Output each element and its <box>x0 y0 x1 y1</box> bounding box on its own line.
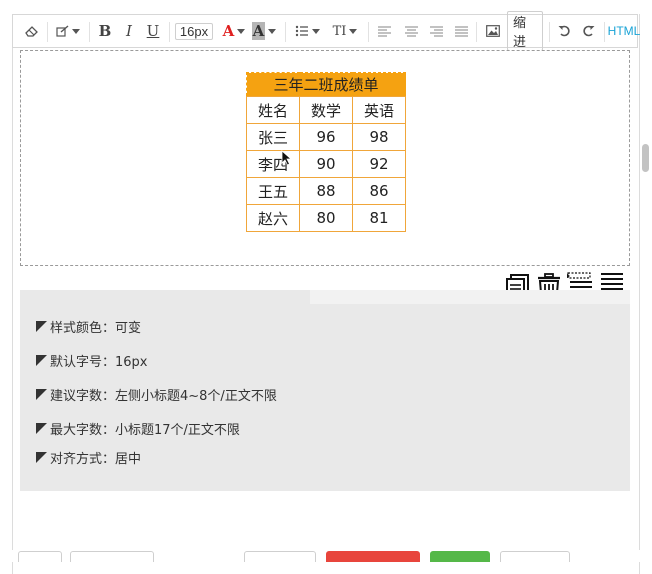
table-cell[interactable]: 张三 <box>246 123 300 151</box>
align-left-icon <box>377 25 391 37</box>
info-text: 最大字数：小标题17个/正文不限 <box>50 423 240 438</box>
indent-button[interactable]: 缩进 <box>507 11 543 51</box>
table-cell[interactable]: 赵六 <box>246 204 300 232</box>
table-header-cell[interactable]: 数学 <box>299 96 353 124</box>
bold-glyph: B <box>98 22 112 40</box>
align-center-icon <box>404 25 418 37</box>
chevron-down-icon <box>349 28 358 34</box>
info-text: 建议字数：左侧小标题4~8个/正文不限 <box>50 389 277 404</box>
redo-button[interactable] <box>578 20 598 42</box>
table-header-row: 姓名 数学 英语 <box>246 96 406 124</box>
triangle-marker-icon <box>36 321 47 332</box>
undo-button[interactable] <box>554 20 574 42</box>
text-style-glyph: TI <box>332 23 347 39</box>
triangle-marker-icon <box>36 423 47 434</box>
info-item: 对齐方式：居中 <box>36 448 141 467</box>
align-right-icon <box>429 25 443 37</box>
italic-glyph: I <box>126 22 132 40</box>
info-text: 对齐方式：居中 <box>50 452 142 467</box>
italic-button[interactable]: I <box>119 20 139 42</box>
toolbar-divider <box>476 22 477 42</box>
eraser-icon[interactable] <box>21 20 43 42</box>
bottom-save-button[interactable] <box>430 551 490 562</box>
triangle-marker-icon <box>36 355 47 366</box>
toolbar-divider <box>368 22 369 42</box>
scrollbar-thumb[interactable] <box>642 144 649 172</box>
table-row: 王五 88 86 <box>246 177 406 205</box>
chevron-down-icon <box>237 28 246 34</box>
table-cell[interactable]: 98 <box>352 123 406 151</box>
bottom-button[interactable] <box>244 551 316 562</box>
html-label: HTML <box>607 24 641 38</box>
toolbar-divider <box>285 22 286 42</box>
info-text: 默认字号：16px <box>50 355 148 370</box>
toolbar-divider <box>89 22 90 42</box>
info-item: 样式颜色：可变 <box>36 317 141 336</box>
info-text: 样式颜色：可变 <box>50 321 142 336</box>
table-cell[interactable]: 81 <box>352 204 406 232</box>
panel-notch <box>310 290 630 304</box>
indent-label: 缩进 <box>507 11 543 51</box>
chevron-down-icon <box>311 28 320 34</box>
underline-glyph: U <box>146 22 160 40</box>
table-cell[interactable]: 80 <box>299 204 353 232</box>
background-color-button[interactable]: A <box>249 20 279 42</box>
style-info-panel: 样式颜色：可变 默认字号：16px 建议字数：左侧小标题4~8个/正文不限 最大… <box>20 290 630 491</box>
toolbar-divider <box>549 22 550 42</box>
bg-color-glyph: A <box>251 22 266 40</box>
brush-icon[interactable] <box>53 20 83 42</box>
mouse-cursor-icon <box>281 150 293 166</box>
toolbar-divider <box>604 22 605 42</box>
html-toggle[interactable]: HTML <box>607 20 641 42</box>
font-size-select[interactable]: 16px <box>174 20 214 42</box>
table-row: 赵六 80 81 <box>246 204 406 232</box>
triangle-marker-icon <box>36 452 47 463</box>
score-table[interactable]: 三年二班成绩单 姓名 数学 英语 张三 96 98 李四 90 92 王五 88… <box>246 72 406 232</box>
editor-toolbar: B I U 16px A A TI 缩进 HTML <box>12 11 641 51</box>
align-right-button[interactable] <box>426 20 446 42</box>
table-header-cell[interactable]: 英语 <box>352 96 406 124</box>
align-center-button[interactable] <box>401 20 421 42</box>
bold-button[interactable]: B <box>95 20 115 42</box>
table-cell[interactable]: 90 <box>299 150 353 178</box>
table-header-cell[interactable]: 姓名 <box>246 96 300 124</box>
bottom-button[interactable] <box>500 551 570 562</box>
insert-image-button[interactable] <box>482 20 504 42</box>
list-button[interactable] <box>291 20 323 42</box>
font-size-value: 16px <box>174 22 214 40</box>
table-cell[interactable]: 96 <box>299 123 353 151</box>
table-cell[interactable]: 86 <box>352 177 406 205</box>
info-item: 建议字数：左侧小标题4~8个/正文不限 <box>36 385 277 404</box>
chevron-down-icon <box>72 28 80 34</box>
align-justify-button[interactable] <box>451 20 471 42</box>
editor-content-area[interactable]: 三年二班成绩单 姓名 数学 英语 张三 96 98 李四 90 92 王五 88… <box>20 50 630 266</box>
info-item: 默认字号：16px <box>36 351 148 370</box>
toolbar-divider <box>169 22 170 42</box>
table-title[interactable]: 三年二班成绩单 <box>246 72 406 97</box>
font-color-button[interactable]: A <box>220 20 248 42</box>
image-icon <box>486 25 500 37</box>
table-row: 李四 90 92 <box>246 150 406 178</box>
table-cell[interactable]: 王五 <box>246 177 300 205</box>
align-left-button[interactable] <box>374 20 394 42</box>
redo-icon <box>582 25 594 37</box>
text-style-button[interactable]: TI <box>327 20 363 42</box>
chevron-down-icon <box>268 28 277 34</box>
underline-button[interactable]: U <box>143 20 163 42</box>
table-cell[interactable]: 88 <box>299 177 353 205</box>
table-row: 张三 96 98 <box>246 123 406 151</box>
triangle-marker-icon <box>36 389 47 400</box>
bottom-button[interactable] <box>18 551 62 562</box>
info-item: 最大字数：小标题17个/正文不限 <box>36 419 240 438</box>
bottom-select[interactable] <box>70 551 154 562</box>
bottom-action-bar <box>12 550 652 562</box>
list-icon <box>295 25 308 37</box>
align-justify-icon <box>454 25 468 37</box>
bottom-promo-button[interactable] <box>326 551 420 562</box>
font-color-glyph: A <box>222 22 235 40</box>
toolbar-divider <box>47 22 48 42</box>
undo-icon <box>558 25 570 37</box>
table-cell[interactable]: 92 <box>352 150 406 178</box>
